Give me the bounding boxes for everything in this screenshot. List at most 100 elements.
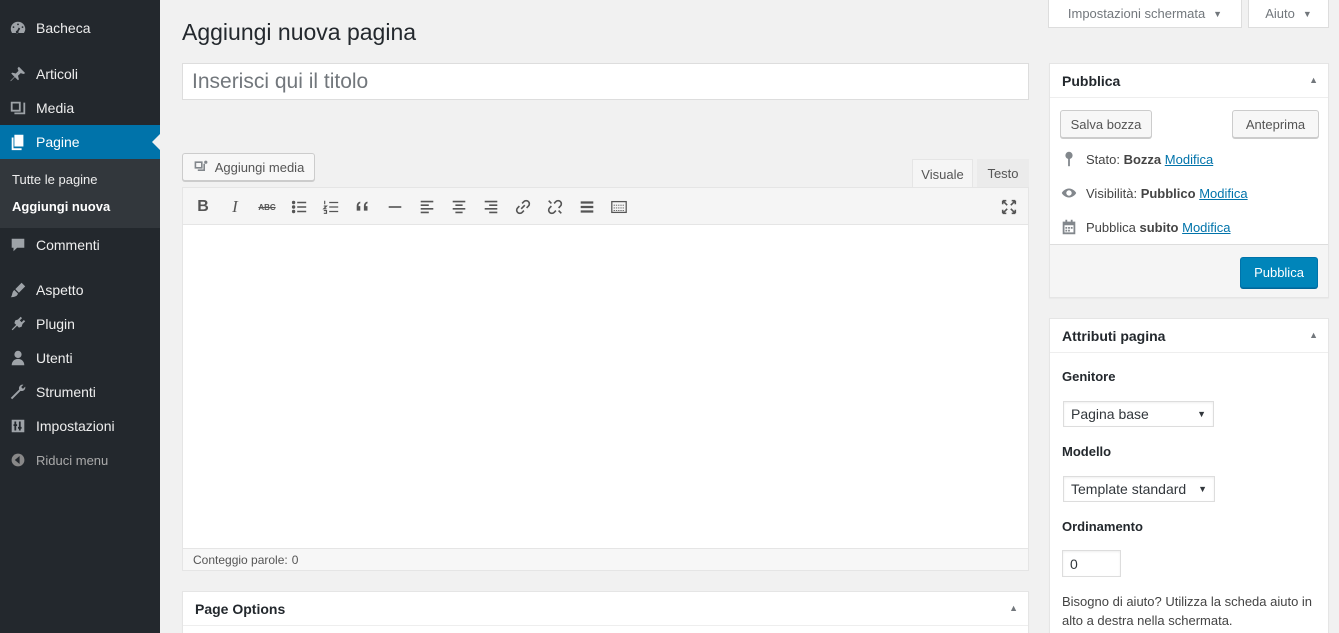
- unlink-button[interactable]: [544, 197, 566, 217]
- tools-icon: [0, 383, 36, 401]
- blockquote-icon: [356, 201, 368, 211]
- page-attributes-box: Attributi pagina ▲ Genitore Pagina base …: [1049, 318, 1329, 633]
- horizontal-line-button[interactable]: [384, 197, 406, 217]
- collapse-toggle-icon[interactable]: ▲: [1309, 75, 1318, 85]
- content-editor: B I ABC Conteggio parole: 0: [182, 187, 1029, 571]
- collapse-menu-label: Riduci menu: [36, 452, 109, 468]
- parent-label: Genitore: [1062, 369, 1116, 384]
- italic-button[interactable]: I: [224, 197, 246, 217]
- fullscreen-button[interactable]: [998, 197, 1020, 217]
- save-draft-button[interactable]: Salva bozza: [1060, 110, 1152, 138]
- publish-label: Pubblica: [1086, 219, 1136, 235]
- tab-visual[interactable]: Visuale: [912, 159, 973, 188]
- dropdown-arrow-icon: ▼: [1197, 409, 1206, 419]
- link-icon: [515, 199, 531, 215]
- sidebar-item-bacheca[interactable]: Bacheca: [0, 11, 160, 45]
- sidebar-item-label: Pagine: [36, 134, 80, 150]
- read-more-icon: [580, 201, 594, 213]
- bullet-list-icon: [291, 200, 307, 214]
- sidebar-item-media[interactable]: Media: [0, 91, 160, 125]
- add-media-button[interactable]: Aggiungi media: [182, 153, 315, 181]
- publish-button[interactable]: Pubblica: [1240, 257, 1318, 288]
- edit-visibility-link[interactable]: Modifica: [1199, 186, 1247, 201]
- settings-icon: [0, 417, 36, 435]
- sidebar-item-label: Aspetto: [36, 282, 84, 298]
- sidebar-item-commenti[interactable]: Commenti: [0, 228, 160, 262]
- numbered-list-button[interactable]: [320, 197, 342, 217]
- attributes-header[interactable]: Attributi pagina: [1050, 319, 1328, 353]
- sidebar-item-strumenti[interactable]: Strumenti: [0, 375, 160, 409]
- template-label: Modello: [1062, 444, 1112, 459]
- keyboard-icon: [611, 200, 627, 214]
- edit-status-link[interactable]: Modifica: [1165, 152, 1213, 167]
- parent-select[interactable]: Pagina base ▼: [1063, 401, 1214, 427]
- visibility-label: Visibilità:: [1086, 185, 1138, 201]
- status-value: Bozza: [1123, 151, 1162, 167]
- attributes-title: Attributi pagina: [1062, 327, 1166, 344]
- title-input[interactable]: [182, 63, 1029, 100]
- strikethrough-icon: ABC: [258, 202, 276, 212]
- publish-actions: Pubblica: [1050, 244, 1328, 297]
- toolbar-toggle-button[interactable]: [608, 197, 630, 217]
- align-right-icon: [484, 200, 498, 214]
- edit-date-link[interactable]: Modifica: [1182, 220, 1230, 235]
- fullscreen-icon: [1001, 199, 1017, 215]
- order-input[interactable]: [1062, 550, 1121, 577]
- template-value: Template standard: [1071, 481, 1187, 497]
- sidebar-item-pagine[interactable]: Pagine: [0, 125, 160, 159]
- pushpin-icon: [0, 65, 36, 83]
- align-right-button[interactable]: [480, 197, 502, 217]
- screen-options-tab[interactable]: Impostazioni schermata ▼: [1048, 0, 1242, 28]
- page-options-title: Page Options: [195, 600, 286, 617]
- sidebar-item-utenti[interactable]: Utenti: [0, 341, 160, 375]
- blockquote-button[interactable]: [352, 197, 374, 217]
- submenu-add-new[interactable]: Aggiungi nuova: [12, 199, 110, 214]
- help-tab[interactable]: Aiuto ▼: [1248, 0, 1329, 28]
- chevron-down-icon: ▼: [1213, 8, 1223, 19]
- editor-content-area[interactable]: [183, 225, 1028, 548]
- bold-button[interactable]: B: [192, 197, 214, 217]
- visibility-value: Pubblico: [1140, 185, 1196, 201]
- publish-header[interactable]: Pubblica: [1050, 64, 1328, 98]
- page-options-header[interactable]: Page Options: [183, 592, 1028, 626]
- appearance-icon: [0, 281, 36, 299]
- sidebar-item-articoli[interactable]: Articoli: [0, 57, 160, 91]
- align-center-button[interactable]: [448, 197, 470, 217]
- users-icon: [0, 349, 36, 367]
- collapse-toggle-icon[interactable]: ▲: [1009, 603, 1018, 613]
- align-left-icon: [420, 200, 434, 214]
- chevron-down-icon: ▼: [1302, 8, 1312, 19]
- word-count-value: 0: [291, 552, 299, 567]
- publish-title: Pubblica: [1062, 72, 1121, 89]
- page-title: Aggiungi nuova pagina: [182, 19, 417, 45]
- insert-link-button[interactable]: [512, 197, 534, 217]
- status-label: Stato:: [1086, 151, 1120, 167]
- tab-text[interactable]: Testo: [977, 159, 1029, 188]
- dropdown-arrow-icon: ▼: [1198, 484, 1207, 494]
- screen-options-label: Impostazioni schermata: [1067, 6, 1206, 21]
- sidebar-item-label: Plugin: [36, 316, 75, 332]
- sidebar-item-label: Impostazioni: [36, 418, 115, 434]
- template-select[interactable]: Template standard ▼: [1063, 476, 1215, 502]
- bold-icon: B: [197, 198, 209, 215]
- sidebar-item-plugin[interactable]: Plugin: [0, 307, 160, 341]
- sidebar-item-impostazioni[interactable]: Impostazioni: [0, 409, 160, 443]
- align-center-icon: [452, 200, 466, 214]
- order-label: Ordinamento: [1062, 519, 1143, 534]
- strikethrough-button[interactable]: ABC: [256, 197, 278, 217]
- publish-date-row: Pubblica subito Modifica: [1060, 218, 1231, 236]
- read-more-button[interactable]: [576, 197, 598, 217]
- collapse-menu-button[interactable]: Riduci menu: [0, 443, 160, 477]
- preview-button[interactable]: Anteprima: [1232, 110, 1319, 138]
- sidebar-item-label: Bacheca: [36, 20, 91, 36]
- dashboard-icon: [0, 19, 36, 37]
- eye-icon: [1061, 188, 1077, 198]
- parent-value: Pagina base: [1071, 406, 1149, 422]
- align-left-button[interactable]: [416, 197, 438, 217]
- submenu-all-pages[interactable]: Tutte le pagine: [12, 172, 98, 187]
- bullet-list-button[interactable]: [288, 197, 310, 217]
- calendar-icon: [1062, 219, 1076, 235]
- sidebar-item-aspetto[interactable]: Aspetto: [0, 273, 160, 307]
- collapse-toggle-icon[interactable]: ▲: [1309, 330, 1318, 340]
- pages-submenu: Tutte le pagine Aggiungi nuova: [0, 159, 160, 228]
